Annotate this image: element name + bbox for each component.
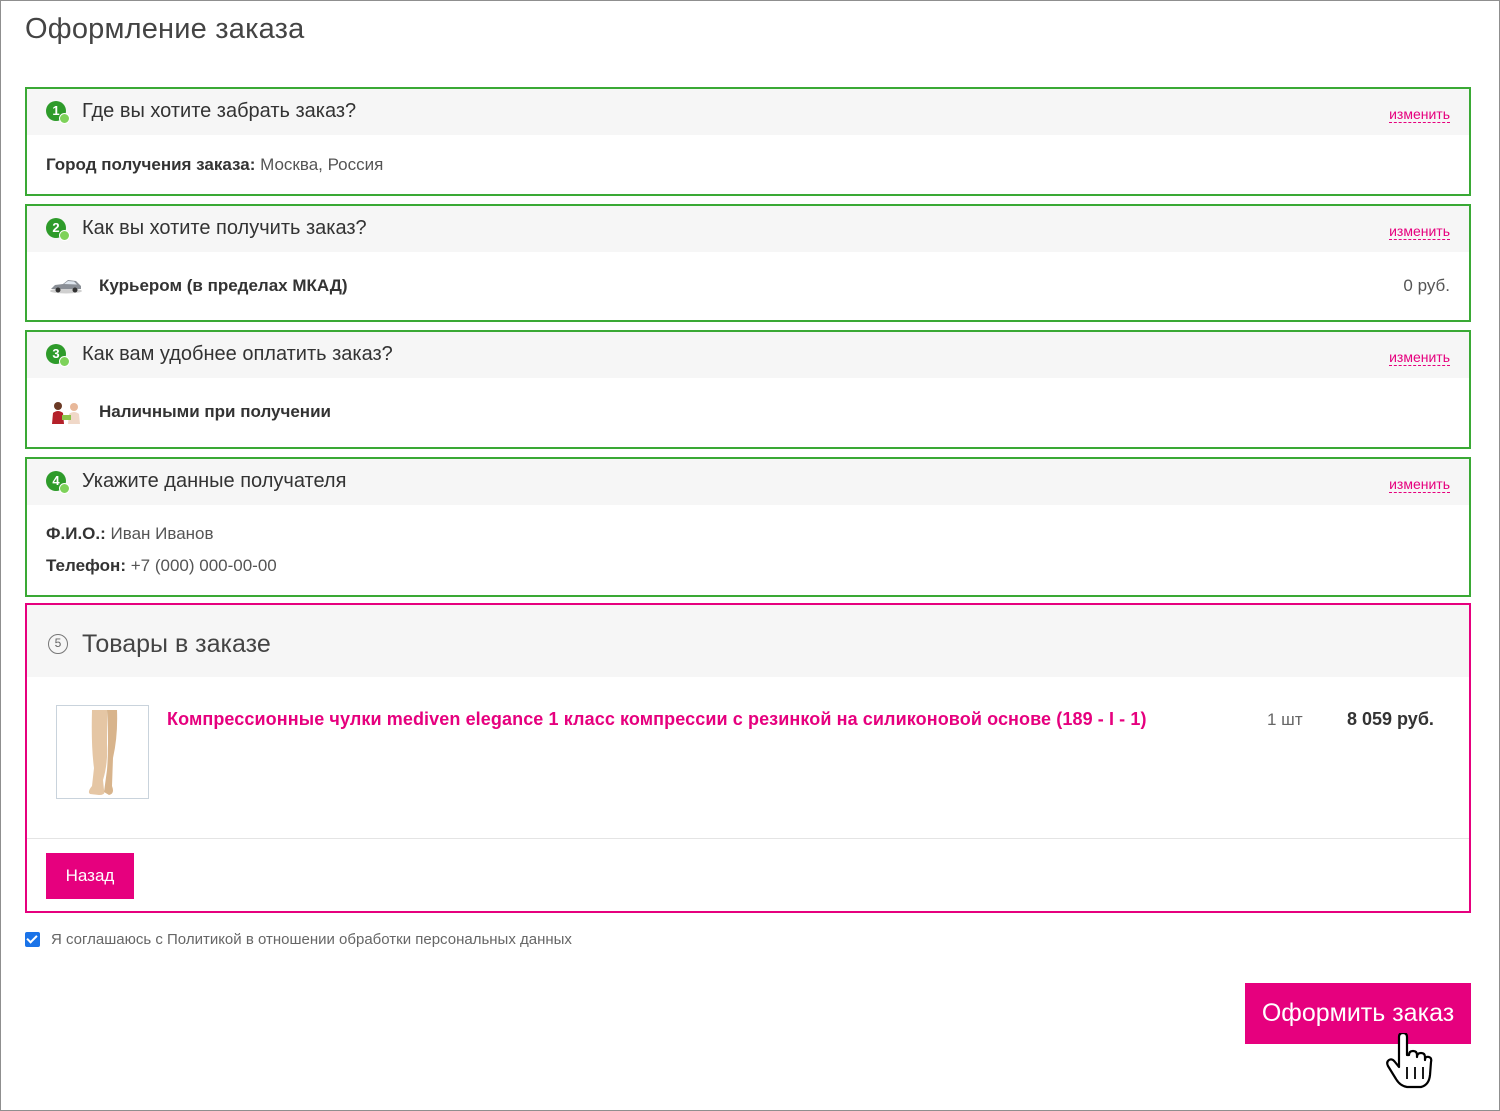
product-thumbnail[interactable] bbox=[56, 705, 149, 799]
step-pickup-city: 1 Где вы хотите забрать заказ? изменить … bbox=[25, 87, 1471, 196]
hand-pointer-icon bbox=[1385, 1031, 1433, 1094]
step-complete-icon: 1 bbox=[46, 101, 70, 124]
product-quantity: 1 шт bbox=[1267, 710, 1303, 729]
city-value: Москва, Россия bbox=[260, 155, 384, 174]
product-link[interactable]: Компрессионные чулки mediven elegance 1 … bbox=[167, 709, 1147, 730]
product-price: 8 059 руб. bbox=[1347, 709, 1434, 729]
divider bbox=[27, 838, 1469, 839]
delivery-method: Курьером (в пределах МКАД) bbox=[99, 276, 348, 295]
cash-payment-icon bbox=[49, 400, 83, 431]
cart-header: 5 Товары в заказе bbox=[27, 605, 1469, 677]
step-title: Укажите данные получателя bbox=[82, 470, 347, 492]
page-title: Оформление заказа bbox=[25, 13, 305, 45]
car-icon bbox=[49, 278, 83, 299]
change-link[interactable]: изменить bbox=[1389, 349, 1450, 366]
delivery-price: 0 руб. bbox=[1403, 276, 1450, 295]
change-link[interactable]: изменить bbox=[1389, 223, 1450, 240]
step-header: 1 Где вы хотите забрать заказ? изменить bbox=[27, 89, 1469, 135]
name-value: Иван Иванов bbox=[110, 524, 214, 543]
checkout-page: Оформление заказа 1 Где вы хотите забрат… bbox=[0, 0, 1500, 1111]
cart-section: 5 Товары в заказе Компрессионные чулки m… bbox=[25, 603, 1471, 913]
step-title: Как вам удобнее оплатить заказ? bbox=[82, 343, 393, 365]
step-header: 4 Укажите данные получателя изменить bbox=[27, 459, 1469, 505]
phone-label: Телефон: bbox=[46, 556, 126, 575]
city-label: Город получения заказа: bbox=[46, 155, 256, 174]
recipient-name-row: Ф.И.О.: Иван Иванов bbox=[46, 524, 214, 544]
change-link[interactable]: изменить bbox=[1389, 106, 1450, 123]
step-complete-icon: 4 bbox=[46, 471, 70, 494]
step-number-icon: 5 bbox=[48, 634, 68, 654]
step-payment: 3 Как вам удобнее оплатить заказ? измени… bbox=[25, 330, 1471, 449]
back-button[interactable]: Назад bbox=[46, 853, 134, 899]
step-delivery: 2 Как вы хотите получить заказ? изменить… bbox=[25, 204, 1471, 322]
step-header: 2 Как вы хотите получить заказ? изменить bbox=[27, 206, 1469, 252]
phone-value: +7 (000) 000-00-00 bbox=[130, 556, 277, 575]
step-complete-icon: 2 bbox=[46, 218, 70, 241]
agreement-row[interactable]: Я соглашаюсь с Политикой в отношении обр… bbox=[25, 931, 572, 948]
step-complete-icon: 3 bbox=[46, 344, 70, 367]
agreement-checkbox[interactable] bbox=[25, 932, 40, 947]
agreement-text: Я соглашаюсь с Политикой в отношении обр… bbox=[51, 931, 572, 948]
place-order-button[interactable]: Оформить заказ bbox=[1245, 983, 1471, 1044]
step-title: Как вы хотите получить заказ? bbox=[82, 217, 367, 239]
payment-method: Наличными при получении bbox=[99, 402, 331, 421]
change-link[interactable]: изменить bbox=[1389, 476, 1450, 493]
name-label: Ф.И.О.: bbox=[46, 524, 106, 543]
recipient-phone-row: Телефон: +7 (000) 000-00-00 bbox=[46, 556, 277, 576]
step-title: Где вы хотите забрать заказ? bbox=[82, 100, 357, 122]
step-recipient: 4 Укажите данные получателя изменить Ф.И… bbox=[25, 457, 1471, 597]
city-row: Город получения заказа: Москва, Россия bbox=[46, 155, 383, 175]
cart-title: Товары в заказе bbox=[82, 630, 271, 658]
step-header: 3 Как вам удобнее оплатить заказ? измени… bbox=[27, 332, 1469, 378]
